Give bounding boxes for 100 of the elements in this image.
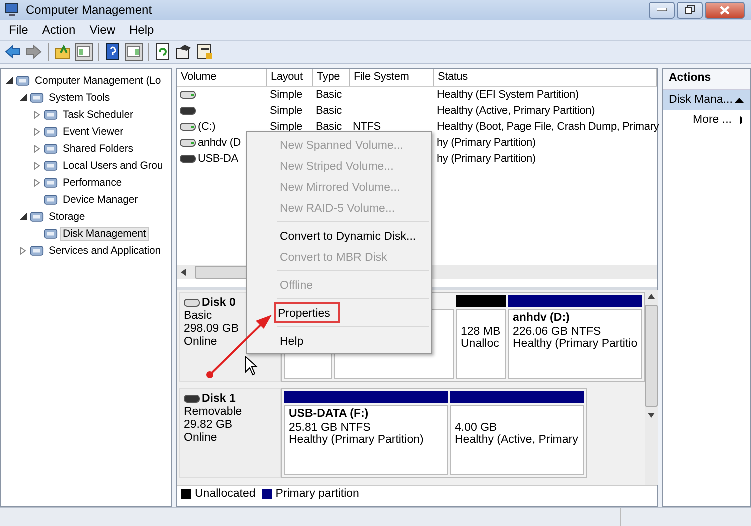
node-icon — [44, 226, 58, 240]
node-icon — [44, 158, 58, 172]
forward-icon[interactable] — [25, 43, 43, 61]
table-cell: anhdv (D — [198, 137, 242, 149]
refresh-icon[interactable] — [154, 43, 172, 61]
scroll-left-icon[interactable] — [181, 268, 187, 276]
tree-item[interactable]: Storage — [46, 210, 88, 224]
disk-info-panel[interactable]: Disk 1 Removable 29.82 GB Online — [179, 388, 281, 478]
column-header[interactable]: Type — [313, 69, 350, 86]
submenu-arrow-icon[interactable] — [740, 116, 742, 124]
restore-button[interactable] — [677, 2, 703, 18]
drive-icon — [180, 139, 196, 147]
partition-text: 4.00 GB — [455, 422, 498, 434]
partition-text: Healthy (Primary Partitio — [513, 338, 637, 350]
partition-text: 25.81 GB NTFS — [289, 422, 372, 434]
console-tree-icon[interactable] — [75, 43, 93, 61]
close-button[interactable] — [705, 2, 745, 18]
disk-size: 298.09 GB — [184, 323, 240, 335]
collapse-arrow-icon[interactable] — [20, 213, 26, 220]
actions-section[interactable]: Disk Mana... — [663, 90, 750, 110]
minimize-button[interactable] — [649, 2, 675, 18]
column-header[interactable]: File System — [350, 69, 434, 86]
expand-arrow-icon[interactable] — [34, 162, 40, 170]
tree-item[interactable]: Services and Application — [46, 244, 164, 258]
tree-item[interactable]: Task Scheduler — [60, 108, 136, 122]
scroll-up-icon[interactable] — [648, 294, 655, 299]
disk-size: 29.82 GB — [184, 419, 234, 431]
help-icon[interactable] — [104, 43, 122, 61]
table-cell: Simple — [270, 121, 302, 133]
action-link[interactable]: More ... — [693, 114, 732, 126]
disk-name: Disk 0 — [202, 297, 236, 309]
disk-type: Removable — [184, 406, 244, 418]
tree-item[interactable]: System Tools — [46, 90, 114, 104]
menu-item[interactable]: View — [90, 23, 116, 37]
table-cell: Healthy (Active, Primary Partition) — [437, 105, 596, 117]
vertical-scrollbar[interactable] — [645, 290, 658, 485]
node-icon — [30, 90, 44, 104]
collapse-arrow-icon[interactable] — [20, 94, 26, 101]
actions-header: Actions — [663, 69, 750, 90]
partition-text: Healthy (Primary Partition) — [289, 434, 425, 446]
disk-status: Online — [184, 336, 218, 348]
menu-item[interactable]: Action — [42, 23, 76, 37]
node-icon — [44, 108, 58, 122]
tree-item[interactable]: Computer Management (Lo — [32, 74, 164, 88]
disk-type: Basic — [184, 310, 214, 322]
node-icon — [30, 210, 44, 224]
folder-up-icon[interactable] — [54, 43, 72, 61]
column-header[interactable]: Status — [434, 69, 657, 86]
node-icon — [44, 176, 58, 190]
scrollbar-thumb[interactable] — [645, 305, 658, 407]
table-cell: hy (Primary Partition) — [437, 137, 536, 149]
tree-item[interactable]: Shared Folders — [60, 142, 136, 156]
partition-title: USB-DATA (F:) — [289, 408, 370, 422]
drive-icon — [180, 107, 196, 115]
menu-item[interactable]: Help — [130, 23, 154, 37]
drive-icon — [184, 395, 200, 403]
drive-icon — [180, 91, 196, 99]
collapse-arrow-icon[interactable] — [735, 98, 744, 102]
mouse-cursor-icon — [245, 356, 258, 376]
tree-item[interactable]: Event Viewer — [60, 124, 126, 138]
node-icon — [44, 192, 58, 206]
disk-name: Disk 1 — [202, 393, 236, 405]
legend-label: Unallocated — [195, 488, 256, 500]
minimize-icon — [657, 8, 667, 12]
table-cell: USB-DA — [198, 153, 238, 165]
close-icon — [720, 6, 730, 14]
menu-item[interactable]: Convert to Dynamic Disk... — [249, 225, 429, 246]
collapse-arrow-icon[interactable] — [6, 77, 12, 84]
column-header[interactable]: Layout — [267, 69, 313, 86]
column-header[interactable]: Volume — [177, 69, 267, 86]
menu-item[interactable]: Properties — [274, 302, 340, 323]
partition-text: Healthy (Active, Primary — [455, 434, 579, 446]
drive-icon — [180, 155, 196, 163]
properties-icon[interactable] — [175, 43, 193, 61]
node-icon — [30, 244, 44, 258]
expand-arrow-icon[interactable] — [34, 144, 40, 152]
drive-icon — [184, 299, 200, 307]
menu-item[interactable]: File — [9, 23, 28, 37]
action-pane-icon[interactable] — [125, 43, 143, 61]
back-icon[interactable] — [4, 43, 22, 61]
table-cell: Simple — [270, 89, 302, 101]
export-icon[interactable] — [196, 43, 214, 61]
table-cell: Basic — [316, 89, 342, 101]
tree-item[interactable]: Device Manager — [60, 192, 142, 206]
table-cell: Healthy (EFI System Partition) — [437, 89, 579, 101]
legend-label: Primary partition — [276, 488, 360, 500]
tree-item[interactable]: Local Users and Grou — [60, 158, 166, 172]
expand-arrow-icon[interactable] — [20, 246, 26, 254]
node-icon — [44, 124, 58, 138]
table-cell: hy (Primary Partition) — [437, 153, 536, 165]
expand-arrow-icon[interactable] — [34, 128, 40, 136]
expand-arrow-icon[interactable] — [34, 110, 40, 118]
tree-item[interactable]: Performance — [60, 176, 126, 190]
tree-item[interactable]: Disk Management — [60, 226, 150, 240]
table-cell: Simple — [270, 105, 302, 117]
expand-arrow-icon[interactable] — [34, 178, 40, 186]
node-icon — [44, 142, 58, 156]
scroll-down-icon[interactable] — [648, 413, 655, 418]
node-icon — [16, 74, 30, 88]
table-cell: NTFS — [353, 121, 381, 133]
